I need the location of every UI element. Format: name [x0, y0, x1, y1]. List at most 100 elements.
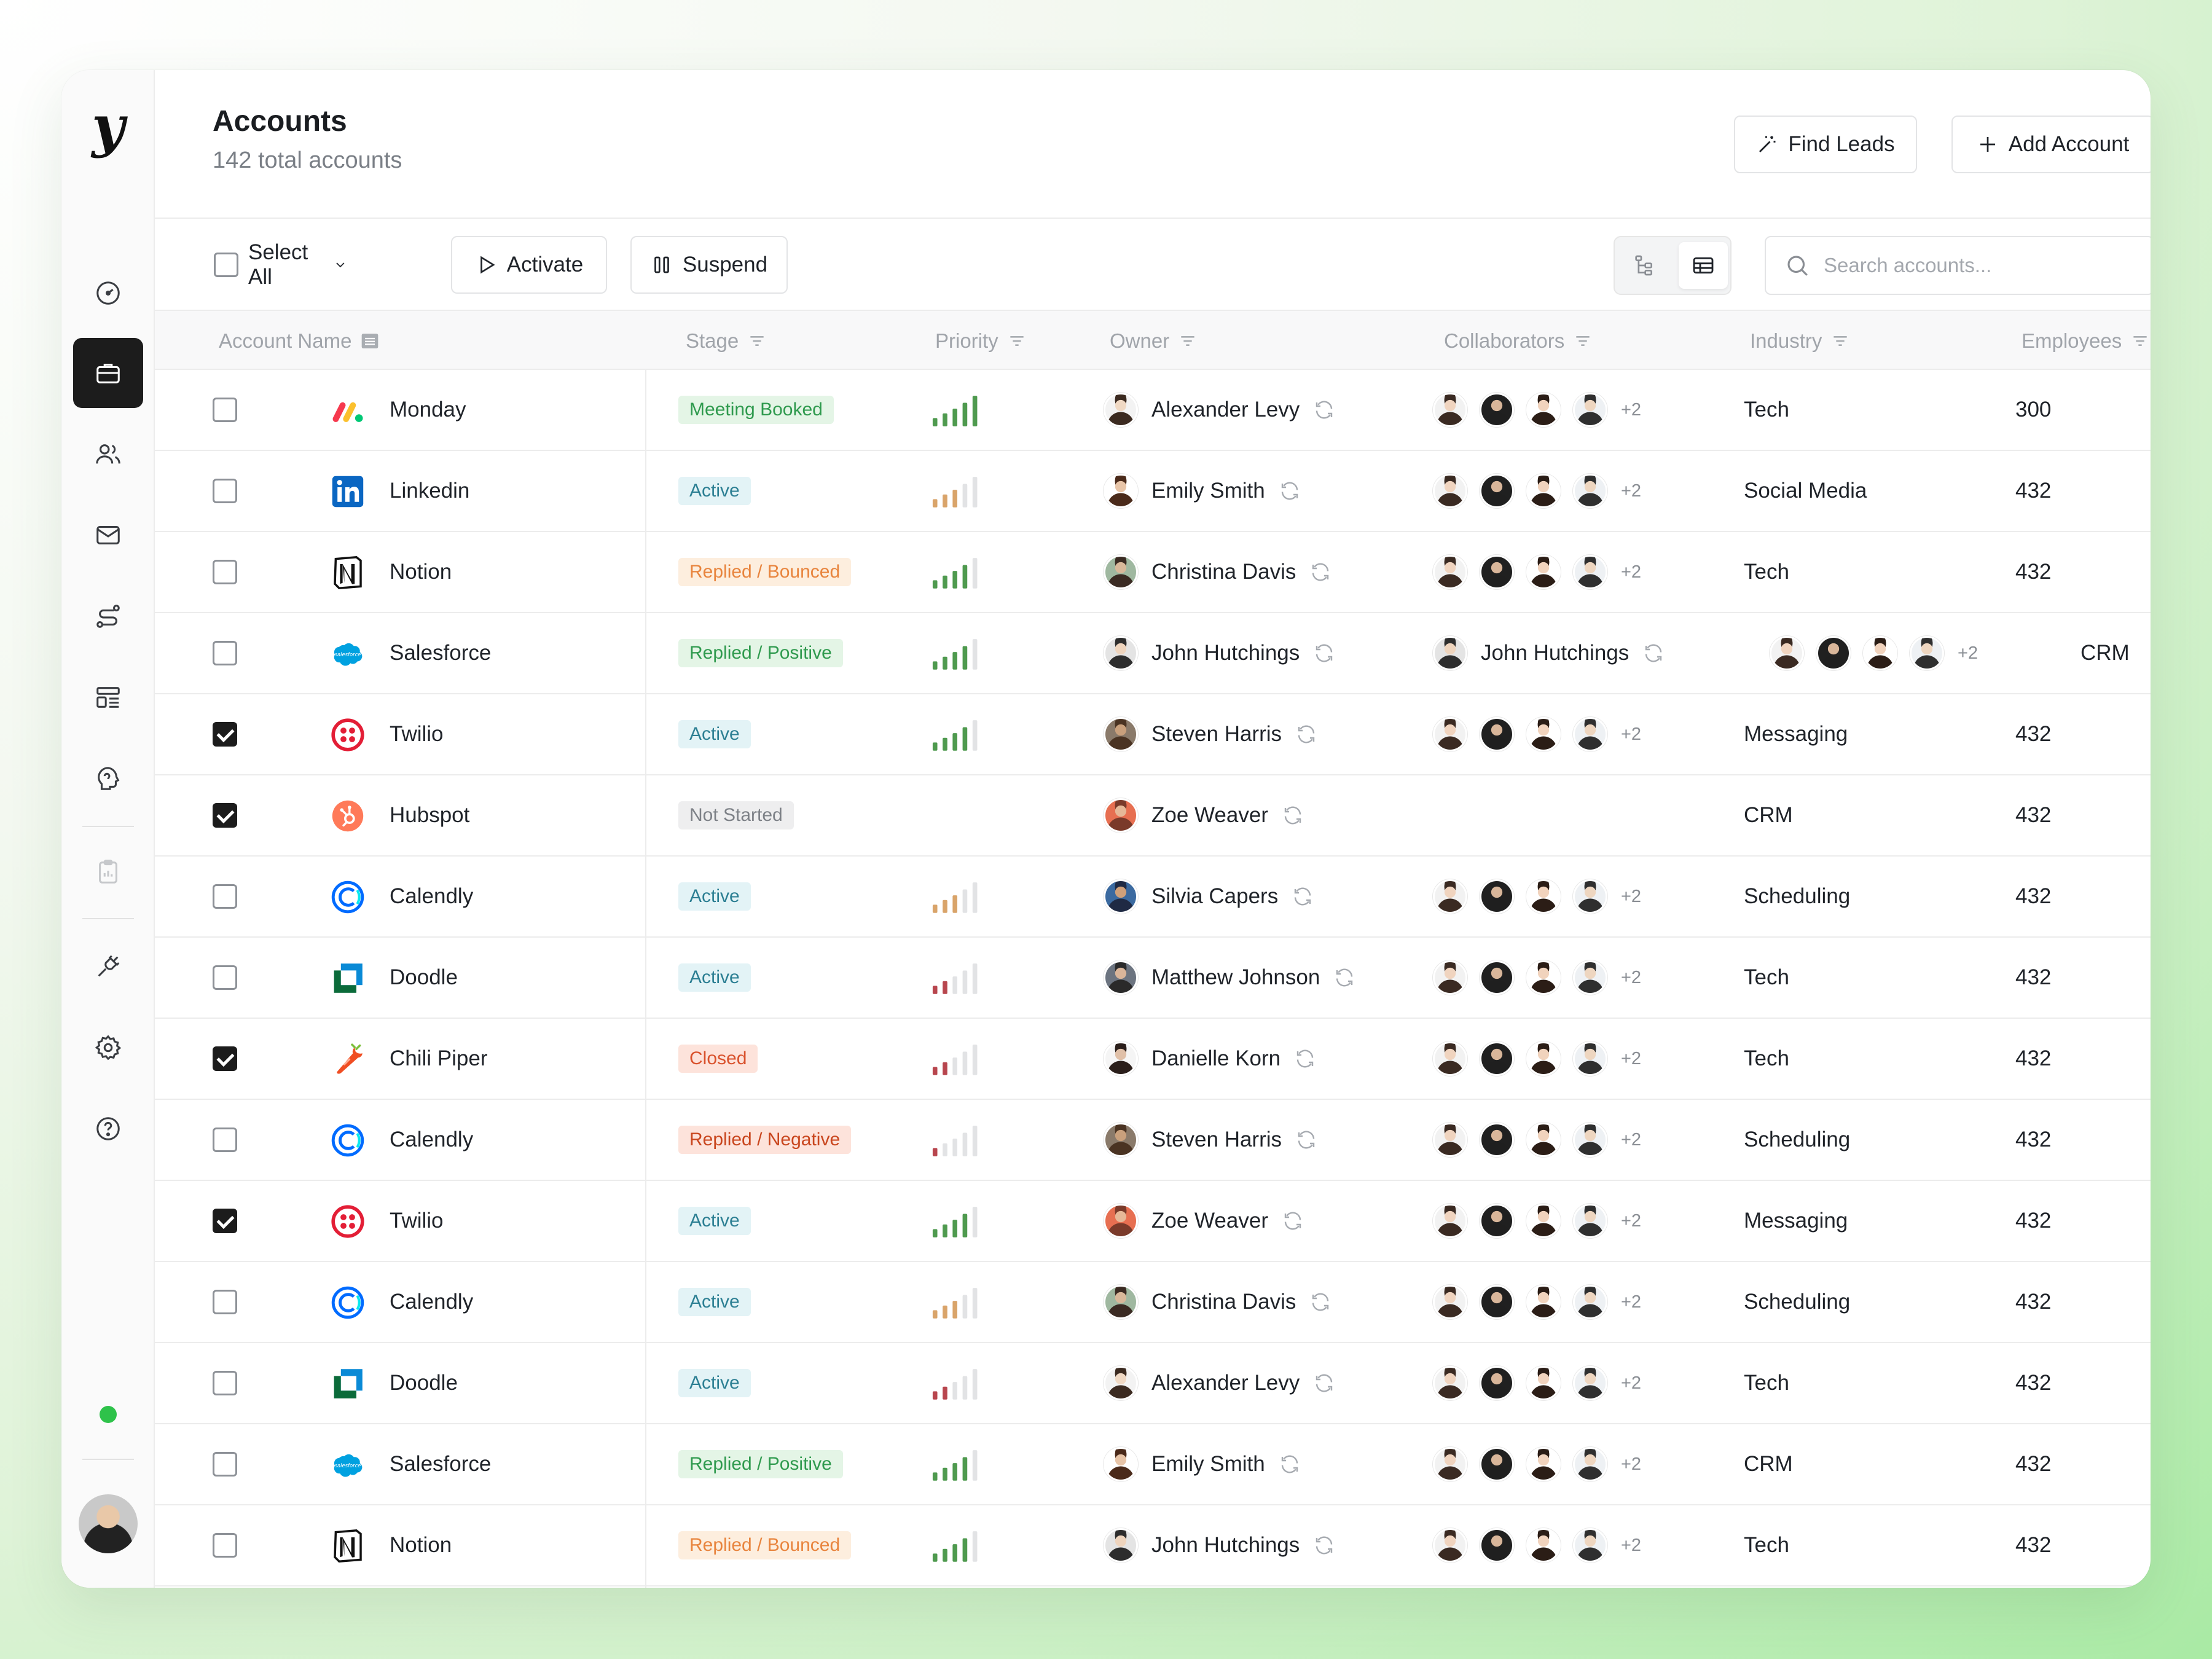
select-all-dropdown[interactable]: Select All: [202, 236, 349, 294]
collaborator-avatar[interactable]: [1526, 474, 1561, 508]
collaborator-avatar[interactable]: [1573, 1041, 1607, 1076]
collaborator-avatar[interactable]: [1433, 393, 1467, 427]
collaborator-avatar[interactable]: [1433, 879, 1467, 914]
sync-icon[interactable]: [1292, 885, 1314, 908]
owner-cell[interactable]: Steven Harris: [1104, 1100, 1317, 1180]
more-collaborators[interactable]: +2: [1621, 968, 1641, 988]
table-row[interactable]: Hubspot Not Started Zoe Weaver CRM 432: [155, 775, 2151, 857]
sync-icon[interactable]: [1313, 1372, 1335, 1394]
filter-lines-icon[interactable]: [1830, 331, 1850, 351]
sync-icon[interactable]: [1313, 642, 1335, 664]
collaborator-avatar[interactable]: [1433, 1123, 1467, 1157]
collaborator-avatar[interactable]: [1480, 1204, 1514, 1238]
dashboard-icon[interactable]: [73, 258, 143, 328]
add-account-button[interactable]: Add Account: [1951, 116, 2151, 173]
sequences-route-icon[interactable]: [73, 581, 143, 651]
owner-cell[interactable]: John Hutchings: [1433, 613, 1665, 693]
stage-badge[interactable]: Replied / Bounced: [678, 558, 852, 586]
collaborator-avatar[interactable]: [1480, 1447, 1514, 1481]
collaborator-avatar[interactable]: [1770, 636, 1804, 670]
more-collaborators[interactable]: +2: [1621, 481, 1641, 501]
account-name[interactable]: Calendly: [390, 1100, 473, 1180]
sync-icon[interactable]: [1313, 1534, 1335, 1556]
collaborator-avatar[interactable]: [1433, 1447, 1467, 1481]
collaborator-avatar[interactable]: [1573, 1447, 1607, 1481]
sync-icon[interactable]: [1642, 642, 1665, 664]
collaborator-avatar[interactable]: [1480, 717, 1514, 751]
collaborator-avatar[interactable]: [1816, 636, 1851, 670]
more-collaborators[interactable]: +2: [1621, 1373, 1641, 1394]
account-name[interactable]: Chili Piper: [390, 1019, 488, 1099]
collaborator-avatar[interactable]: [1526, 1041, 1561, 1076]
filter-lines-icon[interactable]: [1178, 331, 1198, 351]
owner-cell[interactable]: Zoe Weaver: [1104, 1181, 1304, 1261]
owner-cell[interactable]: Emily Smith: [1104, 451, 1301, 531]
account-name[interactable]: Monday: [390, 370, 466, 450]
collaborator-avatar[interactable]: [1480, 393, 1514, 427]
collaborator-avatar[interactable]: [1433, 1528, 1467, 1563]
more-collaborators[interactable]: +2: [1621, 1211, 1641, 1231]
account-name[interactable]: Hubspot: [390, 775, 469, 855]
account-name[interactable]: Twilio: [390, 694, 444, 774]
stage-badge[interactable]: Active: [678, 1369, 751, 1397]
collaborator-avatar[interactable]: [1526, 717, 1561, 751]
search-input[interactable]: [1824, 254, 2143, 277]
stage-badge[interactable]: Replied / Positive: [678, 639, 843, 667]
col-stage[interactable]: Stage: [686, 311, 767, 371]
stage-badge[interactable]: Replied / Positive: [678, 1450, 843, 1478]
row-checkbox[interactable]: [213, 1290, 237, 1314]
col-collaborators[interactable]: Collaborators: [1444, 311, 1593, 371]
select-all-checkbox[interactable]: [214, 253, 238, 277]
collaborator-avatar[interactable]: [1573, 1528, 1607, 1563]
collaborator-avatar[interactable]: [1480, 1285, 1514, 1319]
collaborator-avatar[interactable]: [1433, 1285, 1467, 1319]
sync-icon[interactable]: [1313, 399, 1335, 421]
account-name[interactable]: Doodle: [390, 1343, 458, 1423]
account-name[interactable]: Notion: [390, 532, 452, 612]
collaborator-avatar[interactable]: [1573, 960, 1607, 995]
collaborator-avatar[interactable]: [1433, 474, 1467, 508]
owner-cell[interactable]: Christina Davis: [1104, 532, 1332, 612]
collaborators-group[interactable]: +2: [1433, 1100, 1641, 1180]
collaborators-group[interactable]: +2: [1433, 1424, 1641, 1504]
filter-lines-icon[interactable]: [1007, 331, 1027, 351]
more-collaborators[interactable]: +2: [1621, 562, 1641, 582]
col-priority[interactable]: Priority: [935, 311, 1027, 371]
collaborator-avatar[interactable]: [1526, 1123, 1561, 1157]
owner-cell[interactable]: John Hutchings: [1104, 613, 1335, 693]
owner-cell[interactable]: Danielle Korn: [1104, 1019, 1316, 1099]
account-name[interactable]: Salesforce: [390, 613, 491, 693]
stage-badge[interactable]: Active: [678, 882, 751, 911]
collaborator-avatar[interactable]: [1526, 879, 1561, 914]
stage-badge[interactable]: Active: [678, 963, 751, 992]
integrations-plug-icon[interactable]: [73, 931, 143, 1002]
sync-icon[interactable]: [1282, 804, 1304, 826]
collaborator-avatar[interactable]: [1573, 717, 1607, 751]
owner-cell[interactable]: Zoe Weaver: [1104, 775, 1304, 855]
table-row[interactable]: Notion Replied / Bounced Christina Davis +2…: [155, 532, 2151, 613]
collaborator-avatar[interactable]: [1526, 1447, 1561, 1481]
collaborator-avatar[interactable]: [1480, 1366, 1514, 1400]
owner-cell[interactable]: John Hutchings: [1104, 1505, 1335, 1585]
owner-cell[interactable]: Christina Davis: [1104, 1262, 1332, 1342]
collaborators-group[interactable]: +2: [1433, 1262, 1641, 1342]
stage-badge[interactable]: Not Started: [678, 801, 794, 830]
table-row[interactable]: Notion Replied / Bounced John Hutchings +2 T…: [155, 1505, 2151, 1586]
help-question-icon[interactable]: [73, 1094, 143, 1164]
stage-badge[interactable]: Active: [678, 1207, 751, 1235]
row-checkbox[interactable]: [213, 803, 237, 828]
collaborator-avatar[interactable]: [1573, 393, 1607, 427]
collaborator-avatar[interactable]: [1433, 1366, 1467, 1400]
col-employees[interactable]: Employees: [2022, 311, 2150, 371]
collaborators-group[interactable]: +2: [1433, 938, 1641, 1018]
filter-lines-icon[interactable]: [747, 331, 767, 351]
collaborator-avatar[interactable]: [1526, 1366, 1561, 1400]
owner-cell[interactable]: Emily Smith: [1104, 1424, 1301, 1504]
collaborators-group[interactable]: +2: [1433, 1181, 1641, 1261]
activate-button[interactable]: Activate: [451, 236, 607, 294]
stage-badge[interactable]: Replied / Negative: [678, 1126, 852, 1154]
mail-icon[interactable]: [73, 500, 143, 570]
user-avatar[interactable]: [79, 1494, 138, 1553]
collaborator-avatar[interactable]: [1433, 555, 1467, 589]
table-view-button[interactable]: [1679, 242, 1728, 289]
